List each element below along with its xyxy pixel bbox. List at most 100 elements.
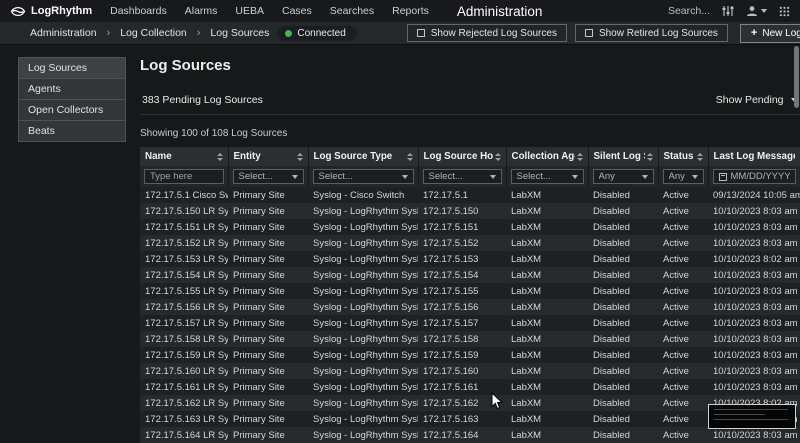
chevron-down-icon xyxy=(761,9,767,13)
sidebar-item-beats[interactable]: Beats xyxy=(18,120,126,142)
nav-item-administration-active[interactable]: Administration xyxy=(457,4,543,19)
log-source-type-filter-select[interactable]: Select... xyxy=(313,169,414,184)
table-row[interactable]: 172.17.5.163 LR Sysl...Primary SiteSyslo… xyxy=(140,411,800,427)
apps-grid-icon[interactable] xyxy=(779,6,790,17)
nav-item-alarms[interactable]: Alarms xyxy=(185,5,218,17)
cell-last-log-message: 10/10/2023 8:03 am xyxy=(708,347,800,363)
cell-log-source-type: Syslog - LogRhythm Syslog Ge... xyxy=(308,203,418,219)
log-source-host-filter-select[interactable]: Select... xyxy=(423,169,502,184)
cell-last-log-message: 10/10/2023 8:03 am xyxy=(708,379,800,395)
table-body: 172.17.5.1 Cisco Swit...Primary SiteSysl… xyxy=(140,187,800,443)
sliders-icon[interactable] xyxy=(722,5,734,17)
table-row[interactable]: 172.17.5.154 LR Sysl...Primary SiteSyslo… xyxy=(140,267,800,283)
show-pending-toggle[interactable]: Show Pending xyxy=(716,94,799,106)
table-row[interactable]: 172.17.5.1 Cisco Swit...Primary SiteSysl… xyxy=(140,187,800,203)
column-header-log-source-type[interactable]: Log Source Type xyxy=(308,147,418,166)
column-header-status[interactable]: Status xyxy=(658,147,708,166)
vertical-scrollbar-thumb[interactable] xyxy=(794,46,799,108)
cell-last-log-message: 10/10/2023 8:03 am xyxy=(708,283,800,299)
nav-item-searches[interactable]: Searches xyxy=(330,5,374,17)
cell-silent-log-source: Disabled xyxy=(588,363,658,379)
chevron-down-icon xyxy=(642,175,648,179)
cell-entity: Primary Site xyxy=(228,299,308,315)
status-filter-select[interactable]: Any xyxy=(663,169,704,184)
sort-icon xyxy=(217,153,223,161)
cell-last-log-message: 10/10/2023 8:03 am xyxy=(708,331,800,347)
cell-silent-log-source: Disabled xyxy=(588,331,658,347)
show-retired-checkbox[interactable]: Show Retired Log Sources xyxy=(575,24,728,42)
cell-status: Active xyxy=(658,283,708,299)
chevron-down-icon xyxy=(692,175,698,179)
sort-icon xyxy=(407,153,413,161)
cell-collection-agent: LabXM xyxy=(506,363,588,379)
date-filter-input[interactable]: MM/DD/YYYY xyxy=(713,169,796,184)
collection-agent-filter-select[interactable]: Select... xyxy=(511,169,584,184)
show-rejected-checkbox[interactable]: Show Rejected Log Sources xyxy=(407,24,567,42)
log-sources-table: Name Entity Log Source Type Log Source H… xyxy=(140,147,800,443)
table-row[interactable]: 172.17.5.164 LR Sysl...Primary SiteSyslo… xyxy=(140,427,800,443)
cell-name: 172.17.5.162 LR Sysl... xyxy=(140,395,228,411)
cell-entity: Primary Site xyxy=(228,251,308,267)
cell-log-source-type: Syslog - LogRhythm Syslog Ge... xyxy=(308,347,418,363)
cell-silent-log-source: Disabled xyxy=(588,235,658,251)
nav-item-cases[interactable]: Cases xyxy=(282,5,312,17)
search-input[interactable]: Search... xyxy=(668,5,710,17)
silent-log-source-filter-select[interactable]: Any xyxy=(593,169,654,184)
sidebar-item-log-sources[interactable]: Log Sources xyxy=(18,57,126,78)
table-row[interactable]: 172.17.5.153 LR Sysl...Primary SiteSyslo… xyxy=(140,251,800,267)
new-log-source-button[interactable]: + New Log Source xyxy=(740,24,800,43)
sidebar-item-agents[interactable]: Agents xyxy=(18,78,126,99)
table-row[interactable]: 172.17.5.160 LR Sysl...Primary SiteSyslo… xyxy=(140,363,800,379)
breadcrumb-log-sources[interactable]: Log Sources xyxy=(210,27,269,39)
cell-collection-agent: LabXM xyxy=(506,331,588,347)
cell-log-source-type: Syslog - LogRhythm Syslog Ge... xyxy=(308,251,418,267)
table-row[interactable]: 172.17.5.157 LR Sysl...Primary SiteSyslo… xyxy=(140,315,800,331)
nav-item-reports[interactable]: Reports xyxy=(392,5,429,17)
table-row[interactable]: 172.17.5.150 LR Sysl...Primary SiteSyslo… xyxy=(140,203,800,219)
chevron-down-icon xyxy=(572,175,578,179)
table-row[interactable]: 172.17.5.158 LR Sysl...Primary SiteSyslo… xyxy=(140,331,800,347)
cell-log-source-host: 172.17.5.157 xyxy=(418,315,506,331)
content-area: Log Sources Agents Open Collectors Beats… xyxy=(0,45,800,443)
column-header-collection-agent[interactable]: Collection Agent xyxy=(506,147,588,166)
user-menu[interactable] xyxy=(746,5,767,17)
pending-log-sources-bar: 383 Pending Log Sources Show Pending xyxy=(140,88,800,115)
sort-icon xyxy=(297,153,303,161)
nav-item-ueba[interactable]: UEBA xyxy=(235,5,264,17)
table-row[interactable]: 172.17.5.159 LR Sysl...Primary SiteSyslo… xyxy=(140,347,800,363)
column-header-silent-log-source[interactable]: Silent Log S... xyxy=(588,147,658,166)
breadcrumb-separator-icon: › xyxy=(107,27,111,39)
table-row[interactable]: 172.17.5.151 LR Sysl...Primary SiteSyslo… xyxy=(140,219,800,235)
cell-entity: Primary Site xyxy=(228,331,308,347)
column-header-entity[interactable]: Entity xyxy=(228,147,308,166)
name-filter-input[interactable] xyxy=(144,169,224,184)
cell-collection-agent: LabXM xyxy=(506,315,588,331)
cell-silent-log-source: Disabled xyxy=(588,219,658,235)
show-retired-label: Show Retired Log Sources xyxy=(599,28,718,39)
table-row[interactable]: 172.17.5.156 LR Sysl...Primary SiteSyslo… xyxy=(140,299,800,315)
show-rejected-label: Show Rejected Log Sources xyxy=(431,28,557,39)
logrhythm-logo[interactable]: LogRhythm xyxy=(10,5,92,18)
cell-collection-agent: LabXM xyxy=(506,299,588,315)
breadcrumb-log-collection[interactable]: Log Collection xyxy=(120,27,187,39)
sidebar-item-open-collectors[interactable]: Open Collectors xyxy=(18,99,126,120)
entity-filter-select[interactable]: Select... xyxy=(233,169,304,184)
cell-log-source-host: 172.17.5.160 xyxy=(418,363,506,379)
cell-log-source-host: 172.17.5.156 xyxy=(418,299,506,315)
column-header-last-log-message[interactable]: Last Log Message xyxy=(708,147,800,166)
nav-item-dashboards[interactable]: Dashboards xyxy=(110,5,167,17)
table-row[interactable]: 172.17.5.155 LR Sysl...Primary SiteSyslo… xyxy=(140,283,800,299)
cell-silent-log-source: Disabled xyxy=(588,299,658,315)
column-header-log-source-host[interactable]: Log Source Host xyxy=(418,147,506,166)
table-row[interactable]: 172.17.5.162 LR Sysl...Primary SiteSyslo… xyxy=(140,395,800,411)
cell-log-source-host: 172.17.5.155 xyxy=(418,283,506,299)
cell-log-source-host: 172.17.5.163 xyxy=(418,411,506,427)
cell-status: Active xyxy=(658,315,708,331)
breadcrumb-administration[interactable]: Administration xyxy=(30,27,97,39)
table-row[interactable]: 172.17.5.152 LR Sysl...Primary SiteSyslo… xyxy=(140,235,800,251)
column-header-name[interactable]: Name xyxy=(140,147,228,166)
cell-entity: Primary Site xyxy=(228,411,308,427)
pending-count-label: 383 Pending Log Sources xyxy=(142,94,263,106)
page-title: Log Sources xyxy=(140,57,800,74)
table-row[interactable]: 172.17.5.161 LR Sysl...Primary SiteSyslo… xyxy=(140,379,800,395)
